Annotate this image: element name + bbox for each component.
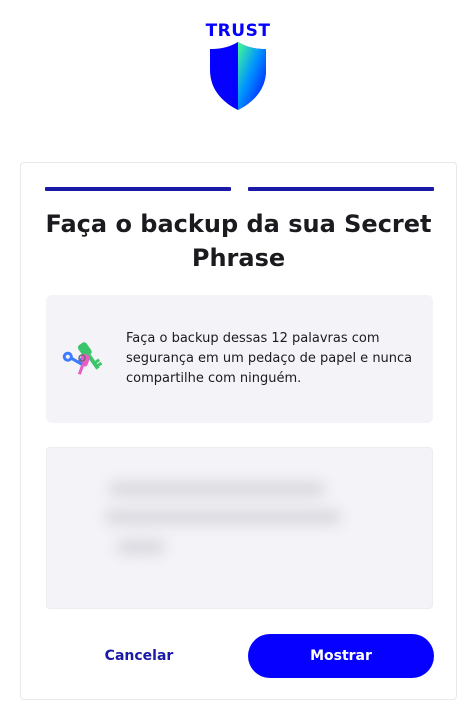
keys-icon: [62, 342, 103, 375]
backup-card: Faça o backup da sua Secret Phrase Faça …: [20, 162, 457, 700]
progress-step-1: [45, 187, 231, 191]
trust-wordmark: TRUST: [205, 21, 271, 41]
blurred-phrase-line: [105, 510, 341, 524]
blurred-phrase-line: [117, 540, 165, 554]
page-title: Faça o backup da sua Secret Phrase: [45, 210, 432, 272]
backup-page: TRUST Faça o backup da sua Secret Phrase: [0, 0, 475, 723]
backup-info-box: Faça o backup dessas 12 palavras com seg…: [46, 295, 433, 423]
trust-shield-icon: [210, 42, 266, 110]
secret-phrase-box[interactable]: [46, 447, 433, 609]
backup-info-text: Faça o backup dessas 12 palavras com seg…: [126, 331, 413, 386]
trust-logo: TRUST: [204, 22, 272, 112]
progress-step-2: [248, 187, 434, 191]
cancel-button[interactable]: Cancelar: [81, 635, 197, 677]
show-button[interactable]: Mostrar: [248, 634, 434, 678]
step-progress: [45, 187, 434, 191]
blurred-phrase-line: [109, 482, 325, 496]
